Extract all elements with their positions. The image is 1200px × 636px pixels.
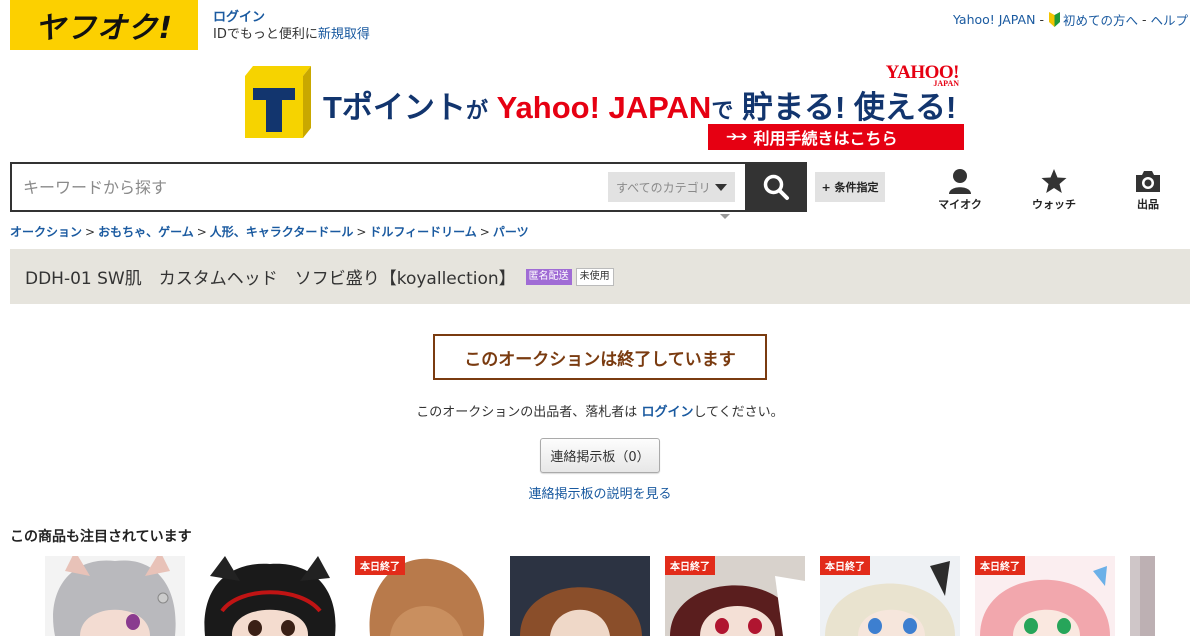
breadcrumb-item[interactable]: パーツ (493, 225, 529, 239)
banner-yahoo-japan: Yahoo! JAPAN (496, 90, 712, 125)
advanced-search-button[interactable]: + 条件指定 (815, 172, 885, 202)
breadcrumb-separator: > (356, 225, 367, 239)
ending-today-badge: 本日終了 (820, 556, 870, 575)
banner-de: で (711, 98, 734, 123)
ending-today-badge: 本日終了 (355, 556, 405, 575)
category-label: すべてのカテゴリ (616, 180, 711, 195)
ended-note: このオークションの出品者、落札者は ログインしてください。 (0, 401, 1200, 420)
caret-down-icon (720, 214, 730, 219)
recommended-item[interactable]: 本日終了 (355, 556, 495, 636)
yahuoku-logo[interactable]: ヤフオク! (10, 0, 198, 50)
condition-badge: 未使用 (575, 267, 614, 286)
banner-tamaru: 貯まる! 使える! (741, 90, 957, 125)
tpoint-card-icon (245, 66, 311, 138)
item-title: DDH-01 SW肌 カスタムヘッド ソフビ盛り【koyallection】 (25, 269, 516, 289)
item-thumbnail (200, 556, 340, 636)
chevron-down-icon (715, 183, 727, 191)
recommended-item[interactable] (1130, 556, 1155, 636)
recommendations-row: 本日終了 本日終了 本日終了 本日終了 (45, 556, 1155, 636)
recommended-item[interactable] (200, 556, 340, 636)
login-box: ログイン IDでもっと便利に新規取得 (213, 9, 370, 43)
search-button[interactable] (745, 162, 807, 212)
logo-text: ヤフオク! (34, 11, 174, 46)
auction-ended-box: このオークションは終了しています (433, 334, 767, 380)
ending-today-badge: 本日終了 (665, 556, 715, 575)
yahoo-japan-link[interactable]: Yahoo! JAPAN (953, 12, 1035, 27)
camera-icon (1136, 171, 1160, 192)
banner-cta-label: 利用手続きはこちら (753, 129, 898, 148)
breadcrumb-separator: > (196, 225, 207, 239)
board-help-wrap: 連絡掲示板の説明を見る (0, 483, 1200, 502)
ending-today-badge: 本日終了 (975, 556, 1025, 575)
login-link[interactable]: ログイン (213, 9, 370, 26)
yahoo-logo-sub: JAPAN (933, 79, 959, 88)
ended-note-prefix: このオークションの出品者、落札者は (416, 405, 642, 420)
search-bar: すべてのカテゴリ (10, 162, 807, 212)
top-links: Yahoo! JAPAN - 初めての方へ - ヘルプ (953, 10, 1188, 29)
sell-button[interactable]: 出品 (1118, 168, 1178, 212)
recommended-item[interactable] (510, 556, 650, 636)
search-icon (763, 174, 789, 200)
myauc-button[interactable]: マイオク (930, 168, 990, 212)
item-thumbnail (45, 556, 185, 636)
sell-label: 出品 (1137, 198, 1159, 211)
anonymous-shipping-badge: 匿名配送 (525, 268, 572, 285)
ended-note-suffix: してください。 (693, 405, 784, 420)
breadcrumb-item[interactable]: 人形、キャラクタードール (210, 225, 354, 239)
item-title-bar: DDH-01 SW肌 カスタムヘッド ソフビ盛り【koyallection】 匿… (10, 249, 1190, 304)
recommended-item[interactable]: 本日終了 (820, 556, 960, 636)
auction-ended-message: このオークションは終了しています (464, 349, 736, 370)
breadcrumb-item[interactable]: おもちゃ、ゲーム (98, 225, 194, 239)
banner-ga: が (465, 98, 488, 123)
watch-button[interactable]: ウォッチ (1024, 168, 1084, 212)
login-sub-text: IDでもっと便利に (213, 27, 318, 42)
category-select[interactable]: すべてのカテゴリ (608, 172, 735, 202)
breadcrumb-item[interactable]: ドルフィードリーム (369, 225, 476, 239)
beginner-link[interactable]: 初めての方へ (1048, 10, 1138, 29)
recommended-item[interactable] (45, 556, 185, 636)
signup-link[interactable]: 新規取得 (318, 27, 370, 42)
beginner-label: 初めての方へ (1062, 13, 1138, 28)
recommended-item[interactable]: 本日終了 (975, 556, 1115, 636)
message-board-button[interactable]: 連絡掲示板（0） (540, 438, 660, 473)
item-thumbnail (1130, 556, 1155, 636)
beginner-mark-icon (1048, 12, 1060, 27)
banner-headline: Tポイントが Yahoo! JAPANで 貯まる! 使える! (323, 82, 956, 127)
myauc-label: マイオク (938, 198, 982, 211)
search-input[interactable] (12, 164, 608, 210)
separator: - (1039, 12, 1044, 27)
recommended-item[interactable]: 本日終了 (665, 556, 805, 636)
breadcrumb-separator: > (479, 225, 490, 239)
help-link[interactable]: ヘルプ (1150, 10, 1188, 29)
recommendations-title: この商品も注目されています (10, 529, 192, 545)
item-thumbnail (510, 556, 650, 636)
breadcrumb-separator: > (85, 225, 96, 239)
arrow-right-icon: ➔➔ (726, 129, 748, 145)
yahoo-japan-logo: YAHOO! JAPAN (886, 62, 960, 88)
watch-label: ウォッチ (1032, 198, 1076, 211)
breadcrumb: オークション > おもちゃ、ゲーム > 人形、キャラクタードール > ドルフィードリーム > パ… (10, 223, 529, 240)
banner-tpoint: Tポイント (323, 90, 466, 125)
banner-cta-button[interactable]: ➔➔ 利用手続きはこちら (708, 124, 964, 150)
star-icon (1041, 169, 1067, 193)
tpoint-banner[interactable]: Tポイントが Yahoo! JAPANで 貯まる! 使える! YAHOO! JA… (245, 60, 965, 152)
separator: - (1141, 12, 1147, 27)
person-icon (949, 169, 971, 194)
ended-login-link[interactable]: ログイン (641, 405, 693, 420)
breadcrumb-item[interactable]: オークション (10, 225, 82, 239)
message-board-help-link[interactable]: 連絡掲示板の説明を見る (528, 487, 671, 502)
